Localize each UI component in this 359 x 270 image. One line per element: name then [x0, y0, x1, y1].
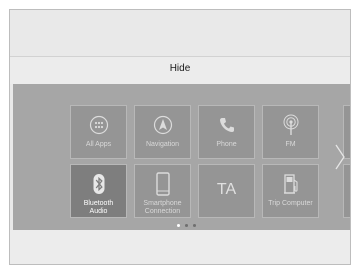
tile-label: Trip Computer [268, 200, 313, 207]
page-dot[interactable] [185, 224, 188, 227]
next-page-tile-peek [343, 164, 350, 218]
screen-frame: Hide All Apps Navigation Phone FM Blueto… [9, 9, 351, 265]
tile-label: FM [285, 141, 296, 148]
page-dot[interactable] [193, 224, 196, 227]
hide-button[interactable]: Hide [10, 58, 350, 80]
smartphone-icon [155, 172, 171, 196]
fm-radio-icon [281, 113, 301, 137]
tile-label: Navigation [145, 141, 180, 148]
chevron-right-icon[interactable] [334, 144, 346, 170]
bottom-strip [10, 230, 350, 264]
trip-computer-tile[interactable]: Trip Computer [262, 164, 319, 218]
page-dot-active[interactable] [177, 224, 180, 227]
page-indicator [177, 224, 196, 227]
all-apps-icon [89, 113, 109, 137]
navigation-icon [153, 113, 173, 137]
phone-tile[interactable]: Phone [198, 105, 255, 159]
tile-label: Bluetooth Audio [83, 200, 114, 215]
phone-icon [217, 113, 237, 137]
fm-tile[interactable]: FM [262, 105, 319, 159]
ta-tile[interactable]: TA [198, 164, 255, 218]
smartphone-connection-tile[interactable]: Smartphone Connection [134, 164, 191, 218]
tile-label: Phone [216, 141, 237, 148]
tile-label: All Apps [85, 141, 112, 148]
bluetooth-icon [89, 172, 109, 196]
navigation-tile[interactable]: Navigation [134, 105, 191, 159]
fuel-pump-icon [281, 172, 301, 196]
bluetooth-audio-tile[interactable]: Bluetooth Audio [70, 164, 127, 218]
app-menu-panel: All Apps Navigation Phone FM Bluetooth A… [13, 84, 350, 230]
ta-label: TA [216, 181, 237, 198]
tile-label: Smartphone Connection [143, 200, 182, 215]
all-apps-tile[interactable]: All Apps [70, 105, 127, 159]
